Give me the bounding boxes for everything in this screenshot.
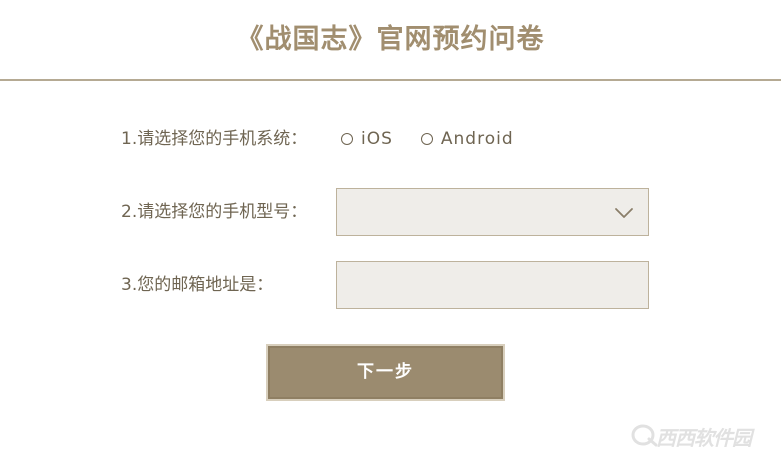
page-header: 《战国志》官网预约问卷 — [0, 0, 781, 81]
page-title: 《战国志》官网预约问卷 — [236, 24, 545, 55]
email-field[interactable] — [336, 261, 649, 309]
radio-option-ios[interactable]: iOS — [341, 127, 393, 151]
radio-option-android[interactable]: Android — [420, 127, 514, 151]
radio-label-ios: iOS — [361, 129, 393, 149]
question-2-label: 2.请选择您的手机型号： — [121, 202, 308, 222]
question-1-label: 1.请选择您的手机系统： — [121, 129, 308, 149]
question-3-label: 3.您的邮箱地址是： — [121, 275, 274, 295]
radio-unchecked-icon[interactable] — [420, 133, 433, 145]
radio-label-android: Android — [440, 129, 514, 149]
radio-unchecked-icon[interactable] — [341, 133, 353, 145]
os-radio-group: iOS Android — [341, 127, 542, 151]
chevron-down-icon[interactable] — [614, 203, 634, 223]
watermark-text: 西西软件园 — [656, 426, 752, 450]
phone-model-select[interactable] — [336, 188, 649, 236]
watermark-logo: 西西软件园 — [628, 420, 773, 450]
watermark-icon — [631, 424, 658, 447]
next-step-button[interactable]: 下一步 — [266, 344, 505, 401]
